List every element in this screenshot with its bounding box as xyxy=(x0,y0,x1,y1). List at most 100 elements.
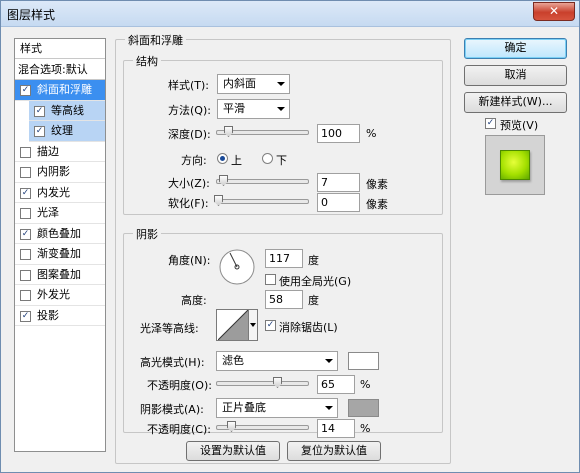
checkbox-icon[interactable]: ✓ xyxy=(20,310,31,322)
gloss-contour-label: 光泽等高线: xyxy=(140,322,199,335)
ok-button[interactable]: 确定 xyxy=(464,38,567,59)
contour-preview-icon xyxy=(218,310,248,340)
highlight-mode-value: 滤色 xyxy=(222,354,244,367)
size-label: 大小(Z): xyxy=(168,177,210,190)
structure-group: 结构 样式(T): 内斜面 方法(Q): 平滑 深度(D): 100 % 方向: xyxy=(123,53,443,215)
direction-down-radio[interactable] xyxy=(262,153,273,164)
list-item-gradient-overlay[interactable]: 渐变叠加 xyxy=(15,244,105,265)
window-title: 图层样式 xyxy=(7,8,56,22)
chevron-down-icon xyxy=(325,406,333,410)
list-item-label: 内阴影 xyxy=(37,165,70,178)
direction-down-label: 下 xyxy=(276,154,287,167)
shadow-opacity-unit: % xyxy=(360,422,371,435)
layer-style-dialog: 图层样式 ✕ 样式 混合选项:默认 ✓ 斜面和浮雕 ✓ 等高线 ✓ 纹理 描边 xyxy=(0,0,580,473)
list-item-label: 光泽 xyxy=(37,206,59,219)
antialias-checkbox[interactable]: ✓ xyxy=(265,320,276,331)
style-select[interactable]: 内斜面 xyxy=(217,74,290,94)
list-item-bevel-emboss[interactable]: ✓ 斜面和浮雕 xyxy=(15,80,105,101)
size-input[interactable]: 7 xyxy=(317,173,360,192)
checkbox-icon[interactable] xyxy=(20,146,31,158)
title-bar[interactable]: 图层样式 ✕ xyxy=(1,1,579,27)
list-item-contour[interactable]: ✓ 等高线 xyxy=(29,100,105,121)
checkbox-icon[interactable] xyxy=(20,208,31,219)
highlight-mode-label: 高光模式(H): xyxy=(140,356,205,369)
preview-checkbox[interactable]: ✓ xyxy=(485,118,496,129)
new-style-button[interactable]: 新建样式(W)... xyxy=(464,92,567,113)
soften-slider[interactable] xyxy=(214,195,309,206)
highlight-mode-select[interactable]: 滤色 xyxy=(216,351,338,371)
soften-input[interactable]: 0 xyxy=(317,193,360,212)
shadow-opacity-slider[interactable] xyxy=(216,421,309,432)
shading-group: 阴影 角度(N): 117 度 使用全局光(G) 高度: 58 度 光泽等高线: xyxy=(123,226,443,438)
bevel-emboss-title: 斜面和浮雕 xyxy=(125,32,186,48)
highlight-color-swatch[interactable] xyxy=(348,352,379,370)
list-item-satin[interactable]: 光泽 xyxy=(15,203,105,224)
highlight-opacity-thumb[interactable] xyxy=(273,377,282,388)
highlight-opacity-input[interactable]: 65 xyxy=(317,375,355,394)
list-item-inner-shadow[interactable]: 内阴影 xyxy=(15,162,105,183)
list-item-drop-shadow[interactable]: ✓ 投影 xyxy=(15,306,105,326)
blending-options-item[interactable]: 混合选项:默认 xyxy=(15,59,105,80)
list-item-pattern-overlay[interactable]: 图案叠加 xyxy=(15,265,105,285)
checkbox-icon[interactable]: ✓ xyxy=(34,126,45,137)
style-select-value: 内斜面 xyxy=(223,77,256,90)
depth-slider[interactable] xyxy=(216,126,309,137)
shadow-opacity-input[interactable]: 14 xyxy=(317,419,355,438)
list-item-label: 颜色叠加 xyxy=(37,226,81,240)
size-slider-thumb[interactable] xyxy=(219,175,228,186)
list-item-label: 渐变叠加 xyxy=(37,247,81,260)
angle-input[interactable]: 117 xyxy=(265,249,303,268)
list-item-color-overlay[interactable]: ✓ 颜色叠加 xyxy=(15,224,105,244)
close-button[interactable]: ✕ xyxy=(533,2,575,21)
list-item-stroke[interactable]: 描边 xyxy=(15,142,105,162)
checkbox-icon[interactable] xyxy=(20,269,31,281)
shadow-color-swatch[interactable] xyxy=(348,399,379,417)
list-item-label: 斜面和浮雕 xyxy=(37,83,92,96)
depth-input[interactable]: 100 xyxy=(317,124,360,143)
shading-title: 阴影 xyxy=(133,226,161,242)
checkbox-icon[interactable]: ✓ xyxy=(20,187,31,199)
checkbox-icon[interactable]: ✓ xyxy=(20,228,31,240)
chevron-down-icon[interactable] xyxy=(248,310,257,340)
list-item-label: 纹理 xyxy=(51,124,73,137)
global-light-label: 使用全局光(G) xyxy=(279,275,352,288)
shadow-opacity-label: 不透明度(C): xyxy=(147,423,211,436)
list-item-texture[interactable]: ✓ 纹理 xyxy=(29,121,105,142)
checkbox-icon[interactable] xyxy=(20,290,31,301)
highlight-opacity-label: 不透明度(O): xyxy=(147,379,212,392)
technique-label: 方法(Q): xyxy=(168,104,211,117)
soften-label: 软化(F): xyxy=(168,197,209,210)
checkbox-icon[interactable]: ✓ xyxy=(34,105,45,117)
checkbox-icon[interactable] xyxy=(20,249,31,260)
technique-select[interactable]: 平滑 xyxy=(217,99,290,119)
angle-label: 角度(N): xyxy=(168,254,211,267)
depth-label: 深度(D): xyxy=(168,128,211,141)
shadow-opacity-thumb[interactable] xyxy=(227,421,236,432)
soften-slider-thumb[interactable] xyxy=(214,195,223,206)
soften-unit: 像素 xyxy=(366,198,388,211)
altitude-input[interactable]: 58 xyxy=(265,290,303,309)
list-item-label: 图案叠加 xyxy=(37,267,81,281)
list-item-inner-glow[interactable]: ✓ 内发光 xyxy=(15,183,105,203)
cancel-button[interactable]: 取消 xyxy=(464,65,567,86)
size-unit: 像素 xyxy=(366,178,388,191)
shadow-mode-value: 正片叠底 xyxy=(222,401,266,414)
gloss-contour-picker[interactable] xyxy=(216,309,258,341)
list-item-label: 描边 xyxy=(37,144,59,158)
global-light-checkbox[interactable] xyxy=(265,274,276,285)
chevron-down-icon xyxy=(277,107,285,111)
reset-default-button[interactable]: 复位为默认值 xyxy=(287,441,381,461)
technique-select-value: 平滑 xyxy=(223,102,245,115)
checkbox-icon[interactable]: ✓ xyxy=(20,85,31,96)
dialog-body: 样式 混合选项:默认 ✓ 斜面和浮雕 ✓ 等高线 ✓ 纹理 描边 内阴影 ✓ 内… xyxy=(6,27,574,468)
shadow-mode-select[interactable]: 正片叠底 xyxy=(216,398,338,418)
depth-slider-thumb[interactable] xyxy=(224,126,233,137)
size-slider[interactable] xyxy=(216,175,309,186)
checkbox-icon[interactable] xyxy=(20,167,31,178)
highlight-opacity-slider[interactable] xyxy=(216,377,309,388)
make-default-button[interactable]: 设置为默认值 xyxy=(186,441,280,461)
angle-dial[interactable] xyxy=(218,248,256,286)
direction-up-radio[interactable] xyxy=(217,153,228,164)
styles-header[interactable]: 样式 xyxy=(15,39,105,59)
list-item-outer-glow[interactable]: 外发光 xyxy=(15,285,105,306)
